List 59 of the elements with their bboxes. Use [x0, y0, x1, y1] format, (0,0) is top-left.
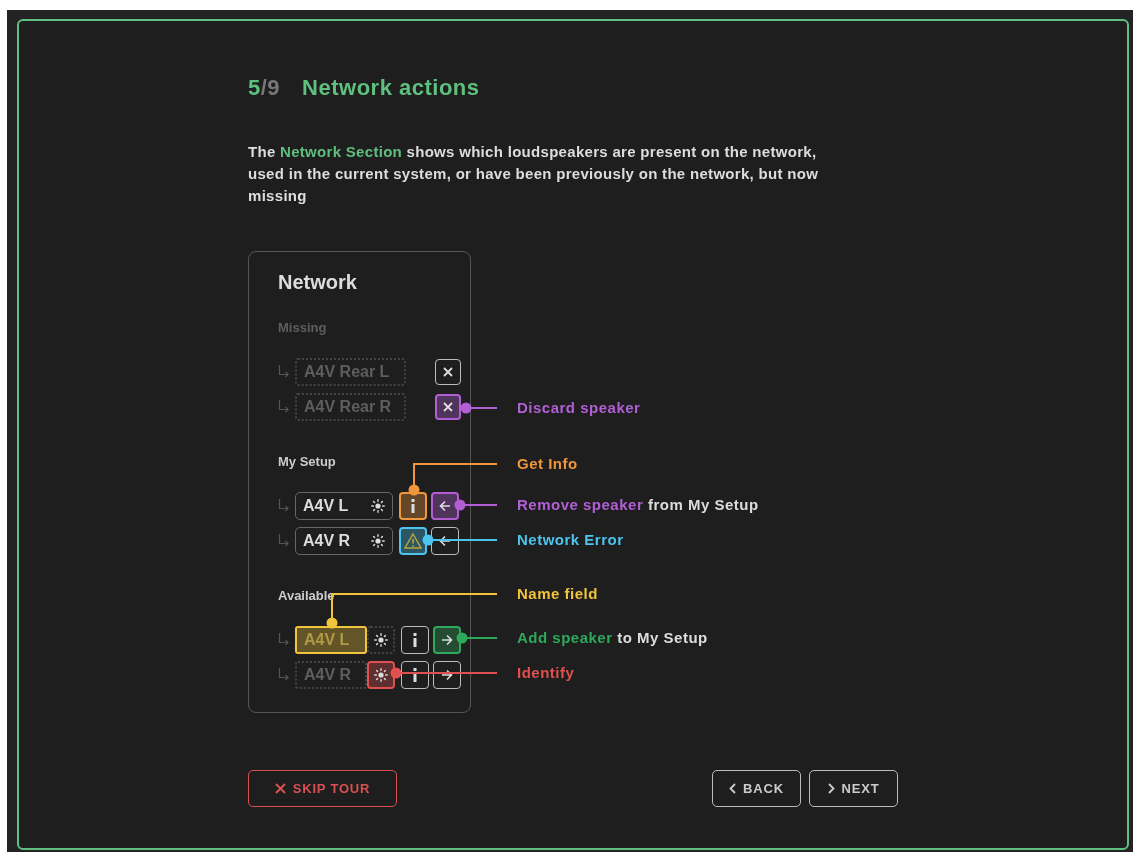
- indent-arrow-icon: [278, 633, 290, 647]
- callout-label: Get Info: [517, 454, 578, 474]
- callout-label: Add speaker to My Setup: [517, 628, 708, 648]
- callout-label: Discard speaker: [517, 398, 641, 418]
- sun-icon: [371, 499, 385, 513]
- identify-button[interactable]: [367, 661, 395, 689]
- sun-icon: [371, 534, 385, 548]
- description-text: The Network Section shows which loudspeakers are present on the network, used in the current system, or have been previously on the network, but now missing: [248, 142, 820, 206]
- name-field[interactable]: A4V L: [295, 626, 367, 654]
- close-icon: [274, 783, 286, 794]
- close-icon: [443, 402, 453, 412]
- add-button[interactable]: [433, 661, 461, 689]
- remove-button[interactable]: [431, 492, 459, 520]
- info-icon: [413, 633, 417, 647]
- section-label: My Setup: [278, 454, 336, 470]
- warning-icon: [404, 533, 422, 549]
- speaker-name: A4V R: [303, 532, 351, 550]
- indent-arrow-icon: [278, 668, 290, 682]
- back-button[interactable]: BACK: [712, 770, 801, 807]
- add-button[interactable]: [433, 626, 461, 654]
- arrow-left-icon: [439, 500, 451, 512]
- name-field[interactable]: A4V L: [295, 492, 393, 520]
- speaker-name: A4V L: [303, 497, 349, 515]
- close-icon: [443, 367, 453, 377]
- skip-tour-button[interactable]: SKIP TOUR: [248, 770, 397, 807]
- sun-icon: [374, 633, 388, 647]
- identify-button[interactable]: [367, 626, 395, 654]
- name-field[interactable]: A4V Rear L: [295, 358, 406, 386]
- arrow-right-icon: [441, 634, 453, 646]
- next-button[interactable]: NEXT: [809, 770, 898, 807]
- info-button[interactable]: [401, 626, 429, 654]
- info-icon: [413, 668, 417, 682]
- discard-button[interactable]: [435, 394, 461, 420]
- step-counter: 5/9: [248, 75, 281, 101]
- section-label: Available: [278, 588, 335, 604]
- warning-button[interactable]: [399, 527, 427, 555]
- name-field[interactable]: A4V R: [295, 527, 393, 555]
- section-label: Missing: [278, 320, 327, 336]
- info-button[interactable]: [399, 492, 427, 520]
- name-field[interactable]: A4V Rear R: [295, 393, 406, 421]
- callout-label: Network Error: [517, 530, 624, 550]
- info-icon: [411, 499, 415, 513]
- panel-title: Network: [278, 270, 357, 294]
- step-title: Network actions: [302, 75, 480, 101]
- indent-arrow-icon: [278, 499, 290, 513]
- callout-label: Name field: [517, 584, 598, 604]
- indent-arrow-icon: [278, 534, 290, 548]
- arrow-right-icon: [441, 669, 453, 681]
- indent-arrow-icon: [278, 400, 290, 414]
- chevron-right-icon: [827, 783, 835, 794]
- name-field[interactable]: A4V R: [295, 661, 367, 689]
- callout-label: Identify: [517, 663, 575, 683]
- arrow-left-icon: [439, 535, 451, 547]
- info-button[interactable]: [401, 661, 429, 689]
- callout-label: Remove speaker from My Setup: [517, 495, 759, 515]
- sun-icon: [374, 668, 388, 682]
- discard-button[interactable]: [435, 359, 461, 385]
- chevron-left-icon: [729, 783, 737, 794]
- indent-arrow-icon: [278, 365, 290, 379]
